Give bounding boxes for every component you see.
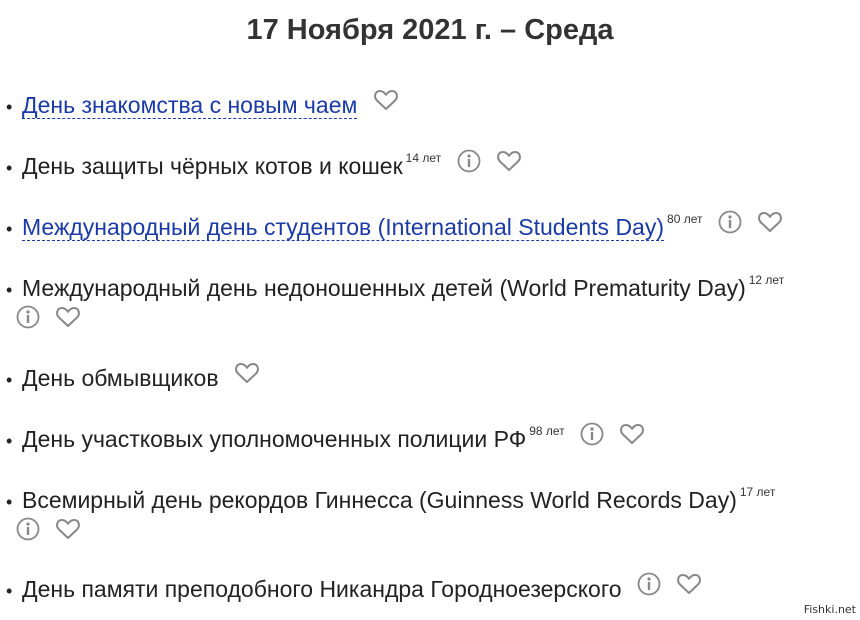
holiday-item: • День защиты чёрных котов и кошек 14 лет — [6, 149, 851, 185]
holiday-item: • Международный день студентов (Internati… — [6, 210, 851, 246]
bullet: • — [6, 158, 13, 178]
heart-icon[interactable] — [757, 210, 783, 241]
bullet: • — [6, 97, 13, 117]
info-icon[interactable] — [16, 305, 40, 336]
bullet: • — [6, 280, 13, 300]
info-icon[interactable] — [718, 210, 742, 241]
bullet: • — [6, 431, 13, 451]
watermark: Fishki.net — [803, 603, 856, 616]
holiday-item: • День памяти преподобного Никандра Город… — [6, 572, 851, 606]
holiday-name: День обмывщиков — [22, 365, 219, 391]
holiday-name: День памяти преподобного Никандра Городн… — [22, 576, 622, 602]
heart-icon[interactable] — [496, 149, 522, 180]
holiday-name: День защиты чёрных котов и кошек — [22, 153, 403, 179]
bullet: • — [6, 492, 13, 512]
years-badge: 12 лет — [748, 273, 785, 287]
holiday-item: • Всемирный день рекордов Гиннесса (Guinn… — [6, 485, 851, 549]
holiday-name: Международный день недоношенных детей (W… — [22, 275, 746, 301]
info-icon[interactable] — [580, 422, 604, 453]
heart-icon[interactable] — [619, 422, 645, 453]
info-icon[interactable] — [637, 572, 661, 603]
holiday-actions — [6, 305, 851, 337]
holiday-item: • Международный день недоношенных детей (… — [6, 273, 851, 337]
page-title: 17 Ноября 2021 г. – Среда — [246, 14, 614, 46]
years-badge: 17 лет — [739, 485, 776, 499]
bullet: • — [6, 219, 13, 239]
page: 17 Ноября 2021 г. – Среда • День знакомст… — [0, 0, 860, 620]
heart-icon[interactable] — [55, 305, 81, 336]
bullet: • — [6, 370, 13, 390]
heart-icon[interactable] — [55, 517, 81, 548]
years-badge: 14 лет — [405, 151, 442, 165]
heart-icon[interactable] — [373, 88, 399, 119]
years-badge: 80 лет — [667, 212, 703, 226]
bullet: • — [6, 581, 13, 601]
holiday-name: Всемирный день рекордов Гиннесса (Guinne… — [22, 487, 737, 513]
holiday-item: • День знакомства с новым чаем — [6, 90, 851, 122]
info-icon[interactable] — [457, 149, 481, 180]
holiday-item: • День обмывщиков — [6, 363, 851, 395]
holiday-item: • День участковых уполномоченных полиции … — [6, 422, 851, 458]
heart-icon[interactable] — [676, 572, 702, 603]
holiday-link[interactable]: Международный день студентов (Internatio… — [22, 214, 665, 241]
holiday-name: День участковых уполномоченных полиции Р… — [22, 426, 527, 452]
heart-icon[interactable] — [234, 361, 260, 392]
years-badge: 98 лет — [529, 424, 565, 438]
holiday-link[interactable]: День знакомства с новым чаем — [22, 92, 358, 119]
holiday-actions — [6, 517, 851, 549]
info-icon[interactable] — [16, 517, 40, 548]
